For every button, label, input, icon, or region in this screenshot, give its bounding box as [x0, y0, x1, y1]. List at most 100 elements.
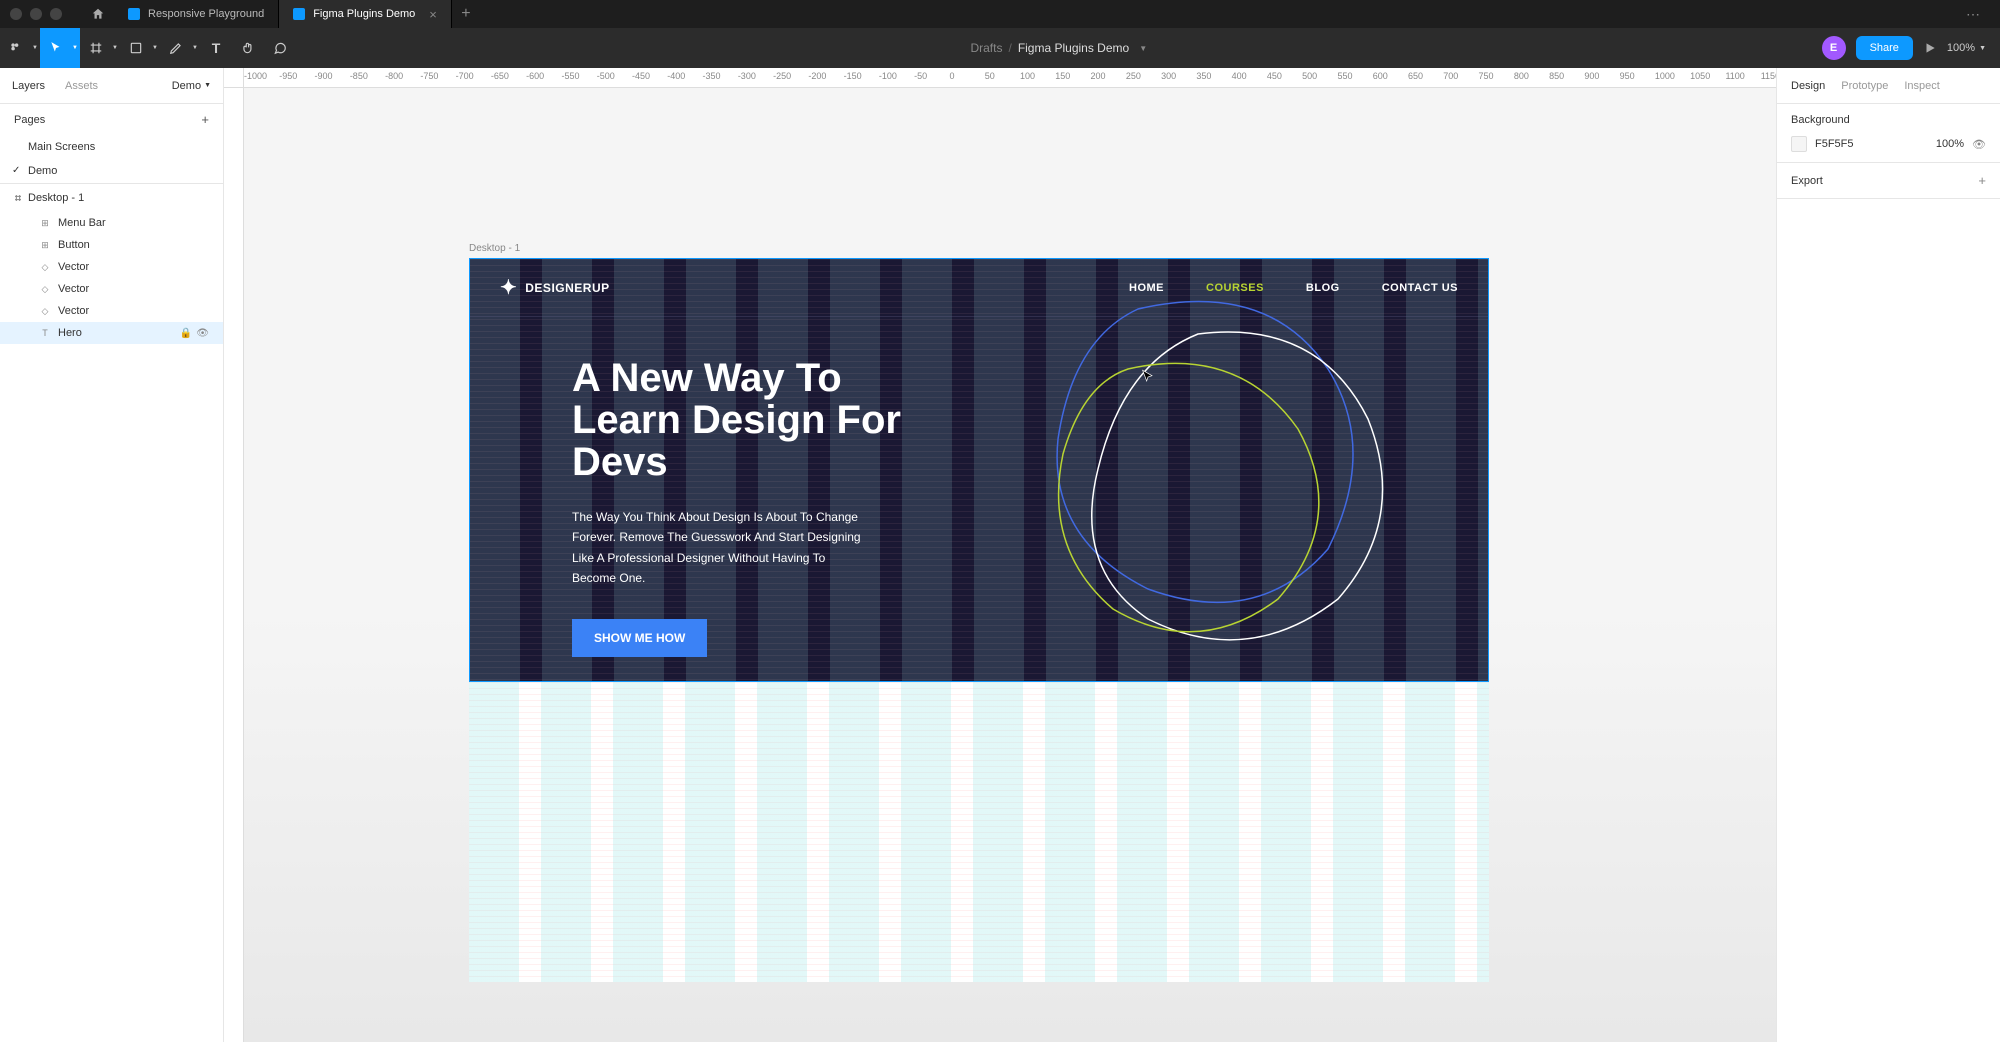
vector-green	[1059, 363, 1319, 631]
hand-tool-button[interactable]	[232, 28, 264, 68]
layer-item-hero[interactable]: T Hero 🔒 👁	[0, 322, 223, 344]
export-section: Export +	[1791, 173, 1986, 188]
cta-button: SHOW ME HOW	[572, 619, 707, 657]
hero-section: ✦ DESIGNERUP HOME COURSES BLOG CONTACT U…	[469, 258, 1489, 682]
page-item-main-screens[interactable]: Main Screens	[0, 135, 223, 159]
figma-file-icon	[293, 8, 305, 20]
more-icon[interactable]: ⋯	[1956, 6, 1990, 23]
file-name: Figma Plugins Demo	[1018, 41, 1129, 55]
present-button[interactable]	[1923, 41, 1937, 55]
vector-white	[1092, 332, 1383, 640]
shape-tool-button[interactable]: ▼	[120, 28, 160, 68]
background-label: Background	[1791, 114, 1986, 126]
close-window-icon[interactable]	[10, 8, 22, 20]
hero-title: A New Way To Learn Design For Devs	[572, 357, 912, 483]
close-icon[interactable]: ×	[429, 7, 437, 22]
tab-figma-plugins-demo[interactable]: Figma Plugins Demo ×	[279, 0, 452, 28]
chevron-down-icon: ▼	[1979, 45, 1986, 52]
vertical-ruler	[224, 88, 244, 1042]
vector-shapes	[1018, 289, 1438, 669]
figma-file-icon	[128, 8, 140, 20]
chevron-down-icon: ▼	[112, 45, 118, 51]
page-dropdown[interactable]: Demo ▼	[172, 80, 211, 92]
avatar[interactable]: E	[1822, 36, 1846, 60]
toolbar: ▼ ▼ ▼ ▼ ▼ T Drafts / Figma Plugins	[0, 28, 2000, 68]
zoom-value: 100%	[1947, 42, 1975, 54]
logo-icon: ✦	[500, 275, 517, 300]
frame-icon	[89, 41, 103, 55]
cursor-icon	[49, 41, 63, 55]
frame-icon: ⊞	[40, 240, 50, 250]
chevron-down-icon: ▼	[1139, 44, 1147, 53]
horizontal-ruler: -1000-950-900-850-800-750-700-650-600-55…	[244, 68, 1776, 88]
zoom-dropdown[interactable]: 100% ▼	[1947, 42, 1986, 54]
frame-label[interactable]: Desktop - 1	[469, 243, 520, 254]
tab-label: Figma Plugins Demo	[313, 8, 415, 20]
home-button[interactable]	[82, 0, 114, 28]
window-chrome: Responsive Playground Figma Plugins Demo…	[0, 0, 2000, 28]
design-frame[interactable]: ✦ DESIGNERUP HOME COURSES BLOG CONTACT U…	[469, 258, 1489, 982]
pen-tool-button[interactable]: ▼	[160, 28, 200, 68]
chevron-down-icon: ▼	[192, 45, 198, 51]
left-panel: Layers Assets Demo ▼ Pages + Main Screen…	[0, 68, 224, 1042]
page-item-demo[interactable]: Demo	[0, 159, 223, 183]
add-tab-button[interactable]: +	[452, 5, 480, 23]
layer-item-menu-bar[interactable]: ⊞ Menu Bar	[0, 212, 223, 234]
text-tool-button[interactable]: T	[200, 28, 232, 68]
tab-inspect[interactable]: Inspect	[1904, 80, 1939, 92]
vector-icon: ◇	[40, 262, 50, 272]
vector-icon: ◇	[40, 284, 50, 294]
comment-tool-button[interactable]	[264, 28, 296, 68]
chevron-down-icon: ▼	[72, 45, 78, 51]
layer-item-vector[interactable]: ◇ Vector	[0, 300, 223, 322]
ruler-corner	[224, 68, 244, 88]
maximize-window-icon[interactable]	[50, 8, 62, 20]
add-page-button[interactable]: +	[201, 112, 209, 127]
background-color-row[interactable]: F5F5F5 100% 👁	[1791, 136, 1986, 152]
chevron-down-icon: ▼	[152, 45, 158, 51]
home-icon	[91, 7, 105, 21]
chevron-down-icon: ▼	[204, 82, 211, 89]
traffic-lights	[10, 8, 62, 20]
tab-assets[interactable]: Assets	[65, 80, 106, 92]
play-icon	[1923, 41, 1937, 55]
share-button[interactable]: Share	[1856, 36, 1913, 60]
logo: ✦ DESIGNERUP	[500, 275, 610, 300]
layer-item-vector[interactable]: ◇ Vector	[0, 256, 223, 278]
minimize-window-icon[interactable]	[30, 8, 42, 20]
document-title[interactable]: Drafts / Figma Plugins Demo ▼	[296, 41, 1822, 55]
breadcrumb-drafts: Drafts	[970, 41, 1002, 55]
figma-logo-icon	[9, 41, 23, 55]
tab-label: Responsive Playground	[148, 8, 264, 20]
tab-design[interactable]: Design	[1791, 80, 1825, 92]
frame-icon	[14, 194, 22, 202]
move-tool-button[interactable]: ▼	[40, 28, 80, 68]
frame-icon: ⊞	[40, 218, 50, 228]
text-icon: T	[212, 40, 221, 56]
main-menu-button[interactable]: ▼	[0, 28, 40, 68]
grid-area	[469, 682, 1489, 982]
layer-item-button[interactable]: ⊞ Button	[0, 234, 223, 256]
tab-prototype[interactable]: Prototype	[1841, 80, 1888, 92]
tab-layers[interactable]: Layers	[12, 80, 53, 92]
right-panel: Design Prototype Inspect Background F5F5…	[1776, 68, 2000, 1042]
chevron-down-icon: ▼	[32, 45, 38, 51]
lock-icon[interactable]: 🔒	[180, 328, 192, 339]
frame-tool-button[interactable]: ▼	[80, 28, 120, 68]
pages-header: Pages +	[0, 104, 223, 135]
visibility-icon[interactable]: 👁	[1972, 138, 1986, 151]
pen-icon	[169, 41, 183, 55]
add-export-button[interactable]: +	[1978, 173, 1986, 188]
visibility-icon[interactable]: 👁	[196, 328, 209, 339]
comment-icon	[273, 41, 287, 55]
rectangle-icon	[129, 41, 143, 55]
color-swatch[interactable]	[1791, 136, 1807, 152]
frame-layer-root[interactable]: Desktop - 1	[0, 183, 223, 212]
color-opacity[interactable]: 100%	[1936, 138, 1964, 150]
tab-responsive-playground[interactable]: Responsive Playground	[114, 0, 279, 28]
vector-icon: ◇	[40, 306, 50, 316]
color-hex[interactable]: F5F5F5	[1815, 138, 1928, 150]
layer-item-vector[interactable]: ◇ Vector	[0, 278, 223, 300]
canvas[interactable]: -1000-950-900-850-800-750-700-650-600-55…	[224, 68, 1776, 1042]
hand-icon	[241, 41, 255, 55]
